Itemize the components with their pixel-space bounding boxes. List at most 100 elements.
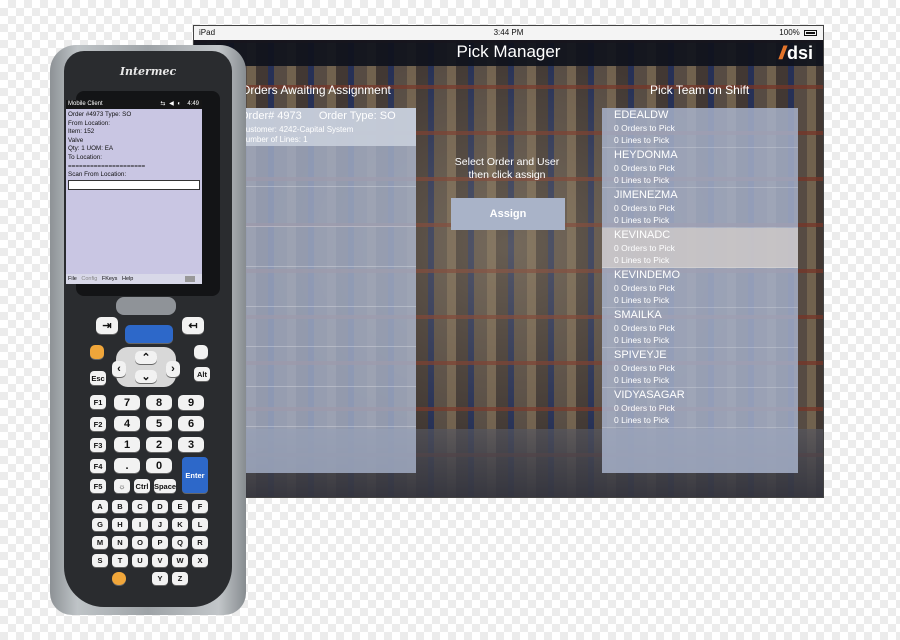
key-7[interactable]: 7: [114, 395, 140, 410]
key-t[interactable]: T: [112, 554, 128, 567]
key-v[interactable]: V: [152, 554, 168, 567]
key-f[interactable]: F: [192, 500, 208, 513]
key-6[interactable]: 6: [178, 416, 204, 431]
tab-key[interactable]: ⇥: [96, 317, 118, 334]
blue-action-key[interactable]: [125, 325, 173, 343]
backlight-key[interactable]: ☼: [114, 479, 130, 493]
dsi-logo: //dsi: [779, 43, 813, 64]
member-name: KEVINADC: [614, 229, 671, 241]
device-screen: Mobile Client ⇆ ◀ ◐ 4:49 Order #4973 Typ…: [66, 100, 202, 284]
battery-label: 100%: [779, 28, 800, 37]
member-orders: 0 Orders to Pick: [614, 203, 675, 213]
space-key[interactable]: Space: [154, 479, 176, 493]
key-z[interactable]: Z: [172, 572, 188, 585]
instruction-line: Select Order and User: [454, 156, 560, 168]
power-key[interactable]: [112, 572, 126, 585]
key-b[interactable]: B: [112, 500, 128, 513]
key-m[interactable]: M: [92, 536, 108, 549]
key-5[interactable]: 5: [146, 416, 172, 431]
screen-line: To Location:: [68, 153, 102, 161]
f1-key[interactable]: F1: [90, 395, 106, 409]
screen-line: =====================: [68, 162, 146, 170]
key-x[interactable]: X: [192, 554, 208, 567]
backspace-key[interactable]: ↤: [182, 317, 204, 334]
key-r[interactable]: R: [192, 536, 208, 549]
team-member-row[interactable]: SPIVEYJE 0 Orders to Pick 0 Lines to Pic…: [602, 348, 798, 388]
key-0[interactable]: 0: [146, 458, 172, 473]
enter-key[interactable]: Enter: [182, 457, 208, 493]
key-p[interactable]: P: [152, 536, 168, 549]
scan-location-input[interactable]: [68, 180, 200, 190]
team-member-row[interactable]: HEYDONMA 0 Orders to Pick 0 Lines to Pic…: [602, 148, 798, 188]
arrow-right-key[interactable]: ›: [166, 361, 180, 377]
key-h[interactable]: H: [112, 518, 128, 531]
alt-key[interactable]: Alt: [194, 367, 210, 381]
key-d[interactable]: D: [152, 500, 168, 513]
f3-key[interactable]: F3: [90, 438, 106, 452]
team-member-row[interactable]: EDEALDW 0 Orders to Pick 0 Lines to Pick: [602, 108, 798, 148]
device-title-bar: Mobile Client ⇆ ◀ ◐ 4:49: [66, 100, 202, 109]
key-dot[interactable]: .: [114, 458, 140, 473]
team-member-row[interactable]: KEVINDEMO 0 Orders to Pick 0 Lines to Pi…: [602, 268, 798, 308]
key-o[interactable]: O: [132, 536, 148, 549]
team-member-row[interactable]: SMAILKA 0 Orders to Pick 0 Lines to Pick: [602, 308, 798, 348]
assign-button[interactable]: Assign: [451, 198, 565, 230]
team-panel-header: Pick Team on Shift: [650, 83, 750, 97]
key-4[interactable]: 4: [114, 416, 140, 431]
screen-line: Qty: 1 UOM: EA: [68, 145, 114, 153]
key-j[interactable]: J: [152, 518, 168, 531]
key-s[interactable]: S: [92, 554, 108, 567]
side-right-key[interactable]: [194, 345, 208, 359]
key-a[interactable]: A: [92, 500, 108, 513]
list-divider: [232, 426, 416, 427]
key-u[interactable]: U: [132, 554, 148, 567]
team-member-row[interactable]: VIDYASAGAR 0 Orders to Pick 0 Lines to P…: [602, 388, 798, 428]
member-lines: 0 Lines to Pick: [614, 335, 670, 345]
key-3[interactable]: 3: [178, 437, 204, 452]
key-l[interactable]: L: [192, 518, 208, 531]
scan-trigger[interactable]: [116, 297, 176, 315]
f5-key[interactable]: F5: [90, 479, 106, 493]
key-i[interactable]: I: [132, 518, 148, 531]
team-member-row-selected[interactable]: KEVINADC 0 Orders to Pick 0 Lines to Pic…: [602, 228, 798, 268]
screen-line: Valve: [68, 136, 84, 144]
keyboard-icon[interactable]: [185, 276, 195, 282]
orange-shift-key[interactable]: [90, 345, 104, 359]
list-divider: [232, 186, 416, 187]
menu-fkeys[interactable]: FKeys: [102, 276, 118, 282]
member-name: KEVINDEMO: [614, 269, 681, 281]
member-lines: 0 Lines to Pick: [614, 135, 670, 145]
key-8[interactable]: 8: [146, 395, 172, 410]
key-e[interactable]: E: [172, 500, 188, 513]
key-9[interactable]: 9: [178, 395, 204, 410]
menu-config[interactable]: Config: [81, 276, 97, 282]
key-n[interactable]: N: [112, 536, 128, 549]
logo-text: dsi: [786, 43, 813, 63]
key-y[interactable]: Y: [152, 572, 168, 585]
key-2[interactable]: 2: [146, 437, 172, 452]
team-member-row[interactable]: JIMENEZMA 0 Orders to Pick 0 Lines to Pi…: [602, 188, 798, 228]
esc-key[interactable]: Esc: [90, 371, 106, 385]
key-q[interactable]: Q: [172, 536, 188, 549]
f2-key[interactable]: F2: [90, 417, 106, 431]
menu-help[interactable]: Help: [122, 276, 133, 282]
key-g[interactable]: G: [92, 518, 108, 531]
menu-file[interactable]: File: [68, 276, 77, 282]
member-lines: 0 Lines to Pick: [614, 255, 670, 265]
key-c[interactable]: C: [132, 500, 148, 513]
arrow-up-key[interactable]: ⌃: [135, 351, 157, 364]
arrow-down-key[interactable]: ⌄: [135, 370, 157, 383]
key-k[interactable]: K: [172, 518, 188, 531]
ctrl-key[interactable]: Ctrl: [134, 479, 150, 493]
key-1[interactable]: 1: [114, 437, 140, 452]
handheld-scanner: Intermec Mobile Client ⇆ ◀ ◐ 4:49 Order …: [50, 45, 246, 615]
arrow-left-key[interactable]: ‹: [112, 361, 126, 377]
team-list: EDEALDW 0 Orders to Pick 0 Lines to Pick…: [602, 108, 798, 473]
device-app-title: Mobile Client: [68, 101, 103, 107]
f4-key[interactable]: F4: [90, 459, 106, 473]
device-status-icons: ⇆ ◀ ◐: [160, 101, 182, 107]
key-w[interactable]: W: [172, 554, 188, 567]
list-divider: [232, 306, 416, 307]
member-orders: 0 Orders to Pick: [614, 163, 675, 173]
order-row[interactable]: Order# 4973 Order Type: SO Customer: 424…: [232, 108, 416, 146]
